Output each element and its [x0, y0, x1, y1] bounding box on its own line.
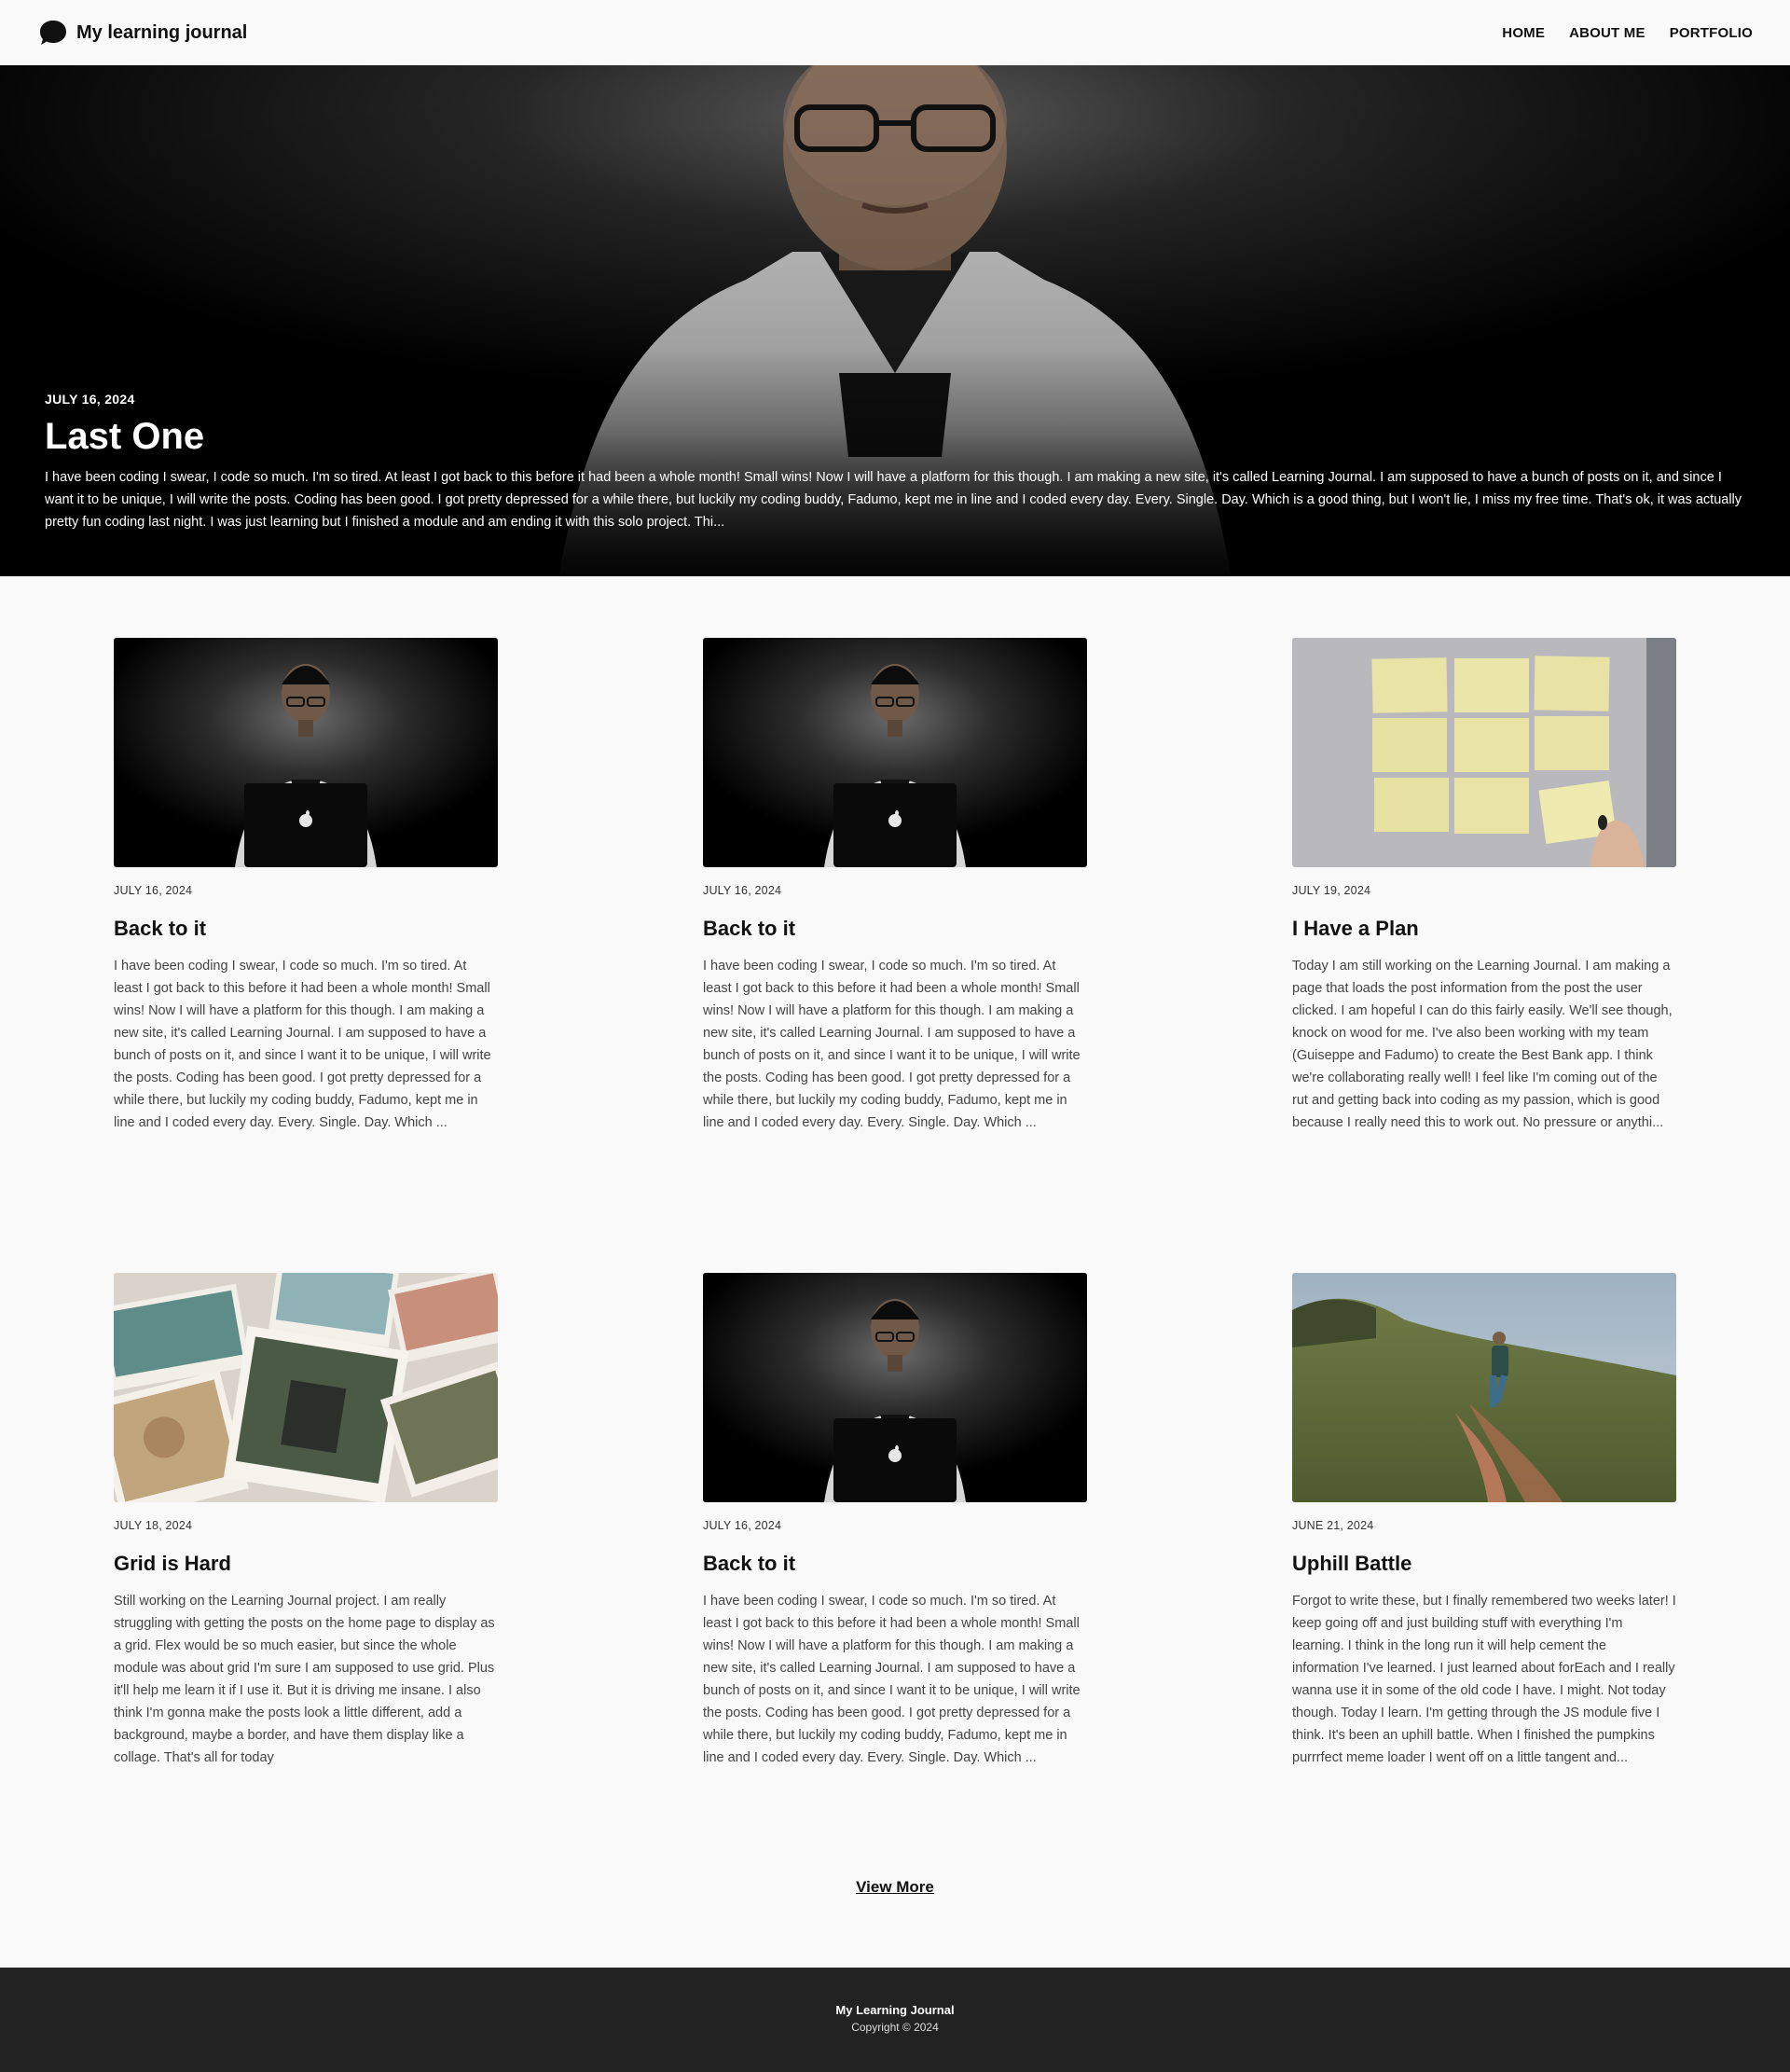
post-image-sticky-notes[interactable]	[1292, 638, 1676, 867]
post-excerpt: I have been coding I swear, I code so mu…	[703, 1594, 1081, 1765]
post-image-man-at-laptop[interactable]	[703, 638, 1087, 867]
view-more-link[interactable]: View More	[856, 1878, 934, 1896]
post-excerpt: Today I am still working on the Learning…	[1292, 959, 1673, 1130]
hero-date: JULY 16, 2024	[45, 392, 135, 407]
post-date: JUNE 21, 2024	[1292, 1519, 1374, 1532]
post-excerpt: Forgot to write these, but I finally rem…	[1292, 1594, 1676, 1765]
post-date: JULY 16, 2024	[703, 884, 782, 897]
post-image-hiker-on-hill[interactable]	[1292, 1273, 1676, 1502]
hero-excerpt: I have been coding I swear, I code so mu…	[45, 470, 1742, 530]
post-card[interactable]: JULY 16, 2024 Back to it I have been cod…	[703, 1273, 1087, 1769]
post-image-man-at-laptop[interactable]	[703, 1273, 1087, 1502]
post-card[interactable]: JULY 18, 2024 Grid is Hard Still working…	[114, 1273, 498, 1769]
post-card[interactable]: JULY 16, 2024 Back to it I have been cod…	[703, 638, 1087, 1134]
nav-portfolio-link[interactable]: PORTFOLIO	[1670, 25, 1753, 41]
post-title[interactable]: Uphill Battle	[1292, 1551, 1676, 1577]
post-image-man-at-laptop[interactable]	[114, 638, 498, 867]
main-nav: HOME ABOUT ME PORTFOLIO	[1502, 25, 1753, 41]
brand-link[interactable]: My learning journal	[37, 17, 247, 48]
hero-featured-post[interactable]: JULY 16, 2024 Last One I have been codin…	[0, 65, 1790, 576]
footer-title: My Learning Journal	[835, 2003, 955, 2017]
hero-title[interactable]: Last One	[45, 414, 1751, 459]
post-card[interactable]: JULY 16, 2024 Back to it I have been cod…	[114, 638, 498, 1134]
speech-bubble-icon	[40, 21, 66, 45]
post-title[interactable]: I Have a Plan	[1292, 916, 1676, 942]
post-title[interactable]: Back to it	[703, 1551, 1087, 1577]
post-image-scattered-photos[interactable]	[114, 1273, 498, 1502]
post-date: JULY 16, 2024	[114, 884, 193, 897]
post-excerpt: I have been coding I swear, I code so mu…	[703, 959, 1081, 1130]
post-date: JULY 18, 2024	[114, 1519, 193, 1532]
post-title[interactable]: Grid is Hard	[114, 1551, 498, 1577]
post-excerpt: I have been coding I swear, I code so mu…	[114, 959, 491, 1130]
post-date: JULY 19, 2024	[1292, 884, 1371, 897]
site-footer: My Learning Journal Copyright © 2024	[0, 1968, 1790, 2072]
post-card[interactable]: JULY 19, 2024 I Have a Plan Today I am s…	[1292, 638, 1676, 1134]
site-header: My learning journal HOME ABOUT ME PORTFO…	[0, 0, 1790, 65]
post-title[interactable]: Back to it	[703, 916, 1087, 942]
post-title[interactable]: Back to it	[114, 916, 498, 942]
nav-home-link[interactable]: HOME	[1502, 25, 1545, 41]
post-excerpt: Still working on the Learning Journal pr…	[114, 1594, 495, 1765]
post-card[interactable]: JUNE 21, 2024 Uphill Battle Forgot to wr…	[1292, 1273, 1676, 1769]
post-date: JULY 16, 2024	[703, 1519, 782, 1532]
brand-title: My learning journal	[76, 21, 248, 43]
nav-about-me-link[interactable]: ABOUT ME	[1569, 25, 1645, 41]
view-more-container: View More	[0, 1878, 1790, 1897]
footer-copyright: Copyright © 2024	[851, 2021, 939, 2034]
hero-text: JULY 16, 2024 Last One I have been codin…	[45, 392, 1751, 533]
